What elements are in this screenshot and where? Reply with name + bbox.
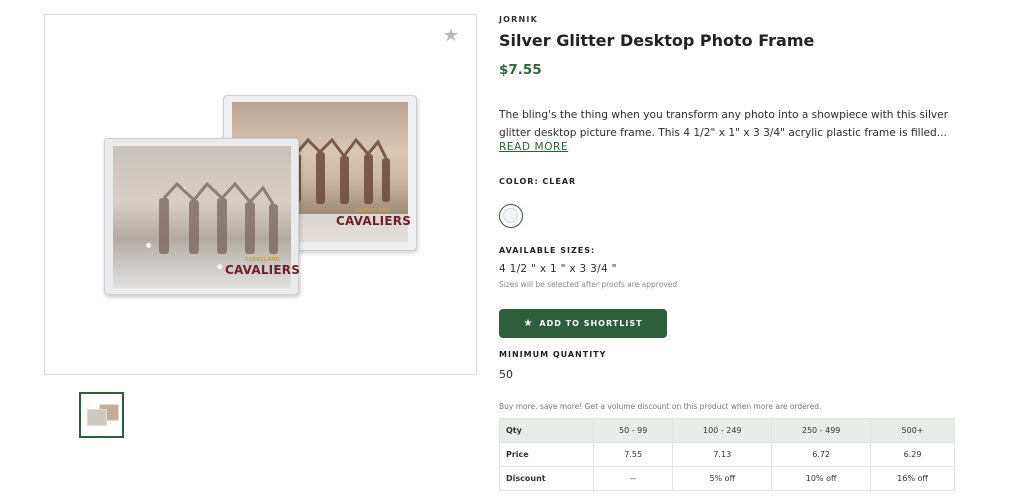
volume-discount-note: Buy more, save more! Get a volume discou… (499, 402, 822, 411)
table-cell: Discount (499, 466, 594, 491)
product-main-image[interactable]: ★ CLEVELAND CAVALIERS CLEVELAND CAVALIER… (44, 14, 477, 375)
brand-name: JORNIK (499, 15, 539, 24)
table-cell: 5% off (672, 466, 773, 491)
pricing-table: Qty 50 - 99 100 - 249 250 - 499 500+ Pri… (499, 418, 955, 491)
table-cell: 6.29 (870, 442, 955, 467)
favorite-star-icon[interactable]: ★ (442, 27, 460, 45)
product-description: The bling's the thing when you transform… (499, 109, 949, 139)
table-cell: 7.13 (672, 442, 773, 467)
star-icon: ★ (523, 317, 534, 329)
header-cell: 50 - 99 (592, 418, 674, 443)
team-logo-front: CLEVELAND CAVALIERS (225, 257, 301, 277)
table-cell: Price (499, 442, 594, 467)
header-cell: 500+ (870, 418, 955, 443)
swatch-fill (503, 208, 518, 223)
team-logo-back: CLEVELAND CAVALIERS (336, 208, 412, 228)
header-cell: 250 - 499 (771, 418, 872, 443)
size-note: Sizes will be selected after proofs are … (499, 280, 678, 289)
table-cell: 16% off (870, 466, 955, 491)
header-cell: 100 - 249 (672, 418, 773, 443)
add-to-shortlist-button[interactable]: ★ ADD TO SHORTLIST (499, 309, 667, 338)
color-label: COLOR: CLEAR (499, 177, 577, 186)
header-cell: Qty (499, 418, 594, 443)
minimum-quantity-value: 50 (499, 368, 513, 381)
add-to-shortlist-label: ADD TO SHORTLIST (539, 319, 643, 328)
table-cell: -- (592, 466, 674, 491)
size-value: 4 1/2 " x 1 " x 3 3/4 " (499, 263, 617, 275)
color-swatch-clear[interactable] (499, 204, 523, 228)
product-title: Silver Glitter Desktop Photo Frame (499, 31, 815, 50)
table-cell: 6.72 (771, 442, 872, 467)
table-row: Price 7.55 7.13 6.72 6.29 (499, 442, 955, 467)
table-cell: 10% off (771, 466, 872, 491)
minimum-quantity-label: MINIMUM QUANTITY (499, 350, 607, 359)
read-more-link[interactable]: READ MORE (499, 141, 568, 153)
thumbnail-frame-front (87, 409, 107, 426)
table-row: Discount -- 5% off 10% off 16% off (499, 466, 955, 491)
gallery-thumbnail[interactable] (79, 392, 124, 438)
product-price: $7.55 (499, 62, 542, 78)
photo-frame-front: CLEVELAND CAVALIERS (104, 138, 301, 295)
available-sizes-label: AVAILABLE SIZES: (499, 246, 596, 255)
table-cell: 7.55 (592, 442, 674, 467)
pricing-header-row: Qty 50 - 99 100 - 249 250 - 499 500+ (499, 418, 955, 443)
